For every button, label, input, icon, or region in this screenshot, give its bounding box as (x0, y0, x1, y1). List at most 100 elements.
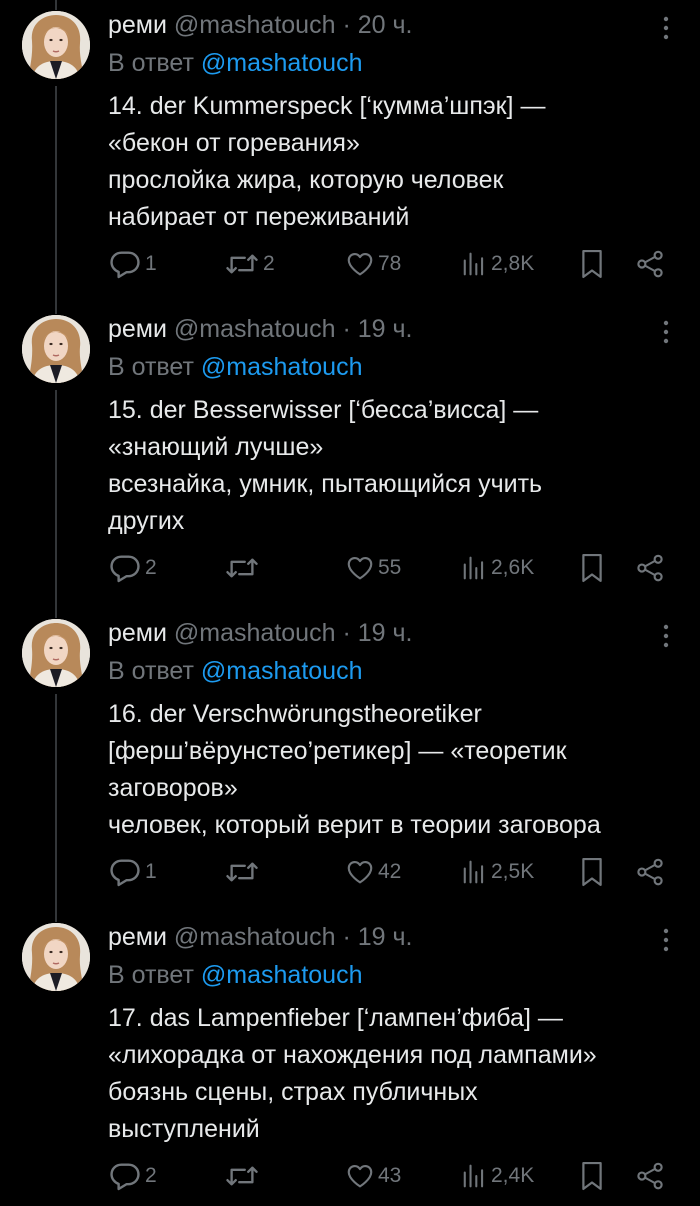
reply-prefix: В ответ (108, 961, 194, 989)
more-vertical-icon[interactable] (656, 926, 676, 954)
timestamp[interactable]: 19 ч. (358, 923, 413, 951)
tweet-actions: 1 42 2,5K (0, 854, 700, 890)
heart-icon (347, 1164, 373, 1188)
avatar[interactable] (22, 923, 90, 991)
tweet-text-line: прослойка жира, которую человек (108, 166, 504, 194)
author-handle[interactable]: @mashatouch (174, 315, 336, 343)
bookmark-icon (582, 1161, 602, 1191)
author-name[interactable]: реми (108, 315, 167, 343)
views-count: 2,5K (491, 860, 535, 883)
tweet-text-line: набирает от переживаний (108, 203, 410, 231)
tweet-text-line: человек, который верит в теории заговора (108, 811, 601, 839)
views-bars-icon (463, 1164, 484, 1188)
author-handle[interactable]: @mashatouch (174, 11, 336, 39)
repost-button[interactable] (224, 854, 263, 890)
timestamp[interactable]: 19 ч. (358, 315, 413, 343)
tweet-actions: 2 55 2,6K (0, 550, 700, 586)
timestamp[interactable]: 20 ч. (358, 11, 413, 39)
views-button[interactable]: 2,6K (460, 550, 534, 586)
bookmark-button[interactable] (578, 246, 606, 282)
reply-bubble-icon (110, 251, 140, 279)
reply-mention-link[interactable]: @mashatouch (201, 353, 363, 381)
author-name[interactable]: реми (108, 923, 167, 951)
tweet-text-line: 17. das Lampenfieber [‘лампен’фиба] — (108, 1004, 563, 1032)
share-button[interactable] (635, 1158, 665, 1194)
like-button[interactable]: 55 (345, 550, 401, 586)
tweet-text: 14. der Kummerspeck [‘кумма’шпэк] — «беко… (108, 88, 688, 236)
like-button[interactable]: 42 (345, 854, 401, 890)
reply-count: 2 (145, 1164, 157, 1187)
avatar[interactable] (22, 11, 90, 79)
reply-mention-link[interactable]: @mashatouch (201, 49, 363, 77)
more-vertical-icon[interactable] (656, 318, 676, 346)
author-name[interactable]: реми (108, 11, 167, 39)
views-button[interactable]: 2,8K (460, 246, 534, 282)
tweet-text-line: «знающий лучше» (108, 433, 324, 461)
separator-dot: · (342, 619, 351, 647)
more-vertical-icon[interactable] (656, 622, 676, 650)
like-count: 55 (378, 556, 402, 579)
repost-button[interactable]: 2 (224, 246, 275, 282)
bookmark-icon (582, 553, 602, 583)
views-bars-icon (463, 860, 484, 884)
bookmark-button[interactable] (578, 550, 606, 586)
tweet-text: 15. der Besserwisser [‘бесса’висса] — «зн… (108, 392, 688, 540)
more-vertical-icon[interactable] (656, 14, 676, 42)
share-nodes-icon (637, 1162, 663, 1190)
like-button[interactable]: 43 (345, 1158, 401, 1194)
share-nodes-icon (637, 250, 663, 278)
share-button[interactable] (635, 854, 665, 890)
separator-dot: · (342, 923, 351, 951)
bookmark-button[interactable] (578, 1158, 606, 1194)
share-button[interactable] (635, 246, 665, 282)
heart-icon (347, 556, 373, 580)
reply-button[interactable]: 2 (108, 550, 157, 586)
separator-dot: · (342, 315, 351, 343)
author-name[interactable]: реми (108, 619, 167, 647)
bookmark-icon (582, 249, 602, 279)
views-count: 2,6K (491, 556, 535, 579)
reply-count: 1 (145, 252, 157, 275)
tweet-header: реми @mashatouch · 20 ч. (108, 10, 412, 40)
tweet-text-line: заговоров» (108, 774, 238, 802)
avatar[interactable] (22, 619, 90, 687)
tweet-text-line: 16. der Verschwörungstheoretiker (108, 700, 482, 728)
tweet-text-line: [ферш’вёрунстео’ретикер] — «теоретик (108, 737, 567, 765)
reply-context: В ответ @mashatouch (108, 352, 362, 382)
views-button[interactable]: 2,5K (460, 854, 534, 890)
avatar[interactable] (22, 315, 90, 383)
views-button[interactable]: 2,4K (460, 1158, 534, 1194)
like-button[interactable]: 78 (345, 246, 401, 282)
reply-bubble-icon (110, 1163, 140, 1191)
reply-context: В ответ @mashatouch (108, 48, 362, 78)
repost-count: 2 (263, 252, 275, 275)
bookmark-button[interactable] (578, 854, 606, 890)
heart-icon (347, 252, 373, 276)
bookmark-icon (582, 857, 602, 887)
reply-button[interactable]: 2 (108, 1158, 157, 1194)
author-handle[interactable]: @mashatouch (174, 619, 336, 647)
tweet-text-line: других (108, 507, 185, 535)
tweet-header: реми @mashatouch · 19 ч. (108, 922, 412, 952)
tweet-text-line: «бекон от горевания» (108, 129, 360, 157)
repost-arrows-icon (226, 558, 258, 578)
share-button[interactable] (635, 550, 665, 586)
reply-prefix: В ответ (108, 657, 194, 685)
views-count: 2,4K (491, 1164, 535, 1187)
thread-connector-line (55, 86, 57, 314)
separator-dot: · (342, 11, 351, 39)
reply-button[interactable]: 1 (108, 246, 157, 282)
views-bars-icon (463, 252, 484, 276)
tweet-text-line: 15. der Besserwisser [‘бесса’висса] — (108, 396, 539, 424)
reply-context: В ответ @mashatouch (108, 656, 362, 686)
repost-button[interactable] (224, 550, 263, 586)
reply-button[interactable]: 1 (108, 854, 157, 890)
reply-count: 2 (145, 556, 157, 579)
repost-button[interactable] (224, 1158, 263, 1194)
reply-mention-link[interactable]: @mashatouch (201, 657, 363, 685)
views-bars-icon (463, 556, 484, 580)
tweet-text-line: боязнь сцены, страх публичных (108, 1078, 478, 1106)
reply-mention-link[interactable]: @mashatouch (201, 961, 363, 989)
author-handle[interactable]: @mashatouch (174, 923, 336, 951)
timestamp[interactable]: 19 ч. (358, 619, 413, 647)
